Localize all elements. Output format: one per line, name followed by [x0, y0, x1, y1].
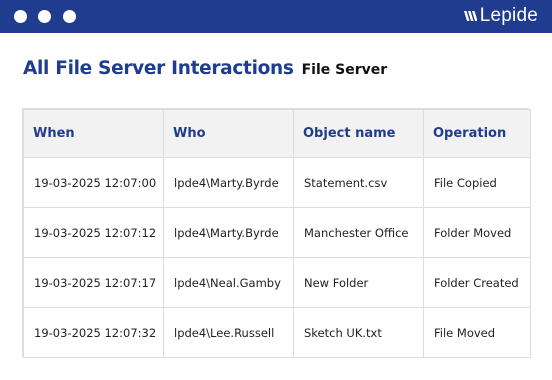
column-header-operation[interactable]: Operation	[423, 109, 531, 158]
table-row[interactable]: 19-03-2025 12:07:00 lpde4\Marty.Byrde St…	[23, 157, 531, 208]
cell-operation: Folder Moved	[423, 207, 531, 258]
window-dot-1[interactable]	[14, 10, 27, 23]
table-row[interactable]: 19-03-2025 12:07:12 lpde4\Marty.Byrde Ma…	[23, 207, 531, 258]
column-header-when[interactable]: When	[23, 109, 164, 158]
cell-who: lpde4\Neal.Gamby	[163, 257, 294, 308]
cell-operation: File Moved	[423, 307, 531, 358]
cell-operation: Folder Created	[423, 257, 531, 308]
brand-name: Lepide	[479, 5, 538, 26]
page-subtitle: File Server	[301, 62, 388, 78]
cell-object-name: Manchester Office	[293, 207, 424, 258]
cell-operation: File Copied	[423, 157, 531, 208]
column-header-who[interactable]: Who	[163, 109, 294, 158]
cell-who: lpde4\Marty.Byrde	[163, 207, 294, 258]
page-heading: All File Server Interactions File Server	[23, 58, 387, 79]
cell-who: lpde4\Marty.Byrde	[163, 157, 294, 208]
table-row[interactable]: 19-03-2025 12:07:17 lpde4\Neal.Gamby New…	[23, 257, 531, 308]
cell-object-name: Statement.csv	[293, 157, 424, 208]
title-bar: Lepide	[0, 0, 552, 33]
window-dot-3[interactable]	[63, 10, 76, 23]
table-row[interactable]: 19-03-2025 12:07:32 lpde4\Lee.Russell Sk…	[23, 307, 531, 358]
page-title: All File Server Interactions	[23, 58, 294, 79]
cell-object-name: Sketch UK.txt	[293, 307, 424, 358]
interactions-table-container: When Who Object name Operation 19-03-202…	[22, 108, 531, 358]
column-header-object-name[interactable]: Object name	[293, 109, 424, 158]
cell-when: 19-03-2025 12:07:17	[23, 257, 164, 308]
cell-when: 19-03-2025 12:07:12	[23, 207, 164, 258]
lepide-logo-icon	[463, 11, 477, 21]
window-dot-2[interactable]	[38, 10, 51, 23]
interactions-table: When Who Object name Operation 19-03-202…	[23, 109, 531, 358]
cell-when: 19-03-2025 12:07:32	[23, 307, 164, 358]
cell-object-name: New Folder	[293, 257, 424, 308]
cell-who: lpde4\Lee.Russell	[163, 307, 294, 358]
table-header-row: When Who Object name Operation	[23, 109, 531, 158]
brand-logo: Lepide	[463, 5, 538, 27]
cell-when: 19-03-2025 12:07:00	[23, 157, 164, 208]
